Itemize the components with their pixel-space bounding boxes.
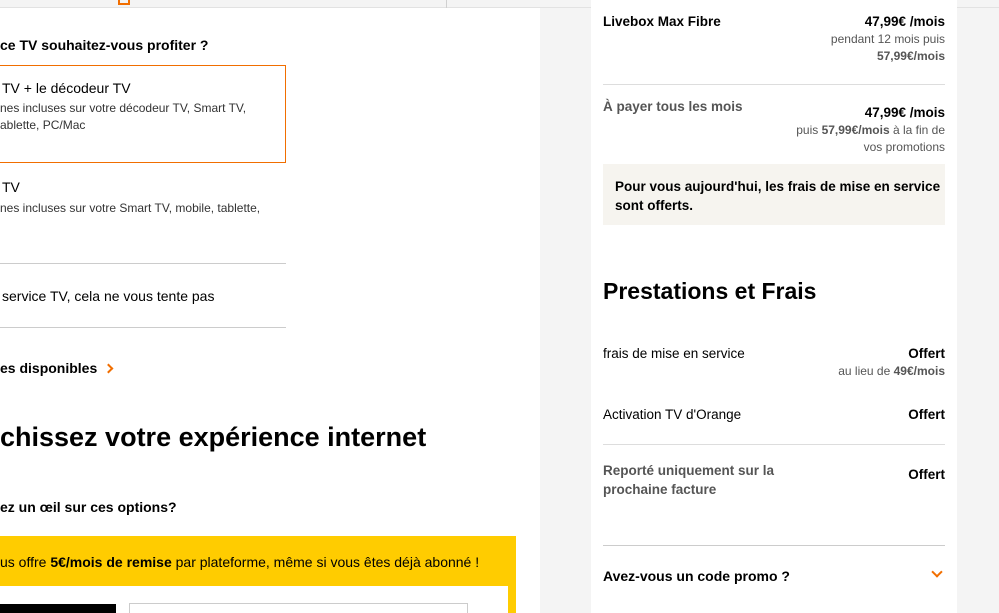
fees-heading: Prestations et Frais (603, 278, 817, 304)
banner-text: us offre 5€/mois de remise par plateform… (0, 554, 480, 570)
monthly-price: 47,99€ /mois (864, 105, 945, 120)
order-summary-card (591, 0, 957, 613)
tv-option-smart-tv[interactable]: TV nes incluses sur votre Smart TV, mobi… (0, 168, 286, 264)
tv-option-title: service TV, cela ne vous tente pas (2, 288, 215, 304)
fee-value: Offert (908, 467, 945, 482)
divider (603, 444, 945, 445)
tv-question-title: ce TV souhaitez-vous profiter ? (0, 37, 209, 53)
enrich-heading: chissez votre expérience internet (0, 422, 427, 452)
tv-option-title: TV + le décodeur TV (2, 80, 131, 96)
monthly-label: À payer tous les mois (603, 99, 743, 114)
streaming-option-card (0, 586, 508, 613)
tv-options-column: ce TV souhaitez-vous profiter ? TV + le … (0, 8, 540, 613)
chevron-right-icon (103, 363, 114, 374)
offer-name: Livebox Max Fibre (603, 14, 721, 29)
divider (603, 545, 945, 546)
tab-indicator-icon (118, 0, 130, 5)
more-offers-label: es disponibles (0, 360, 98, 376)
promo-code-toggle[interactable]: Avez-vous un code promo ? (603, 568, 790, 584)
tv-option-title: TV (2, 179, 20, 195)
tv-option-none[interactable]: service TV, cela ne vous tente pas (0, 264, 286, 328)
tv-option-decoder[interactable]: TV + le décodeur TV nes incluses sur vot… (0, 65, 286, 163)
fee-label: Reporté uniquement sur la prochaine fact… (603, 463, 775, 497)
more-offers-link[interactable]: es disponibles (0, 360, 114, 376)
free-setup-info: Pour vous aujourd'hui, les frais de mise… (603, 164, 945, 225)
tv-option-desc: nes incluses sur votre Smart TV, mobile,… (0, 201, 261, 215)
tv-option-desc: nes incluses sur votre décodeur TV, Smar… (0, 101, 247, 132)
info-text: Pour vous aujourd'hui, les frais de mise… (615, 179, 941, 213)
offer-price: 47,99€ /mois (864, 14, 945, 29)
tab-separator (446, 0, 447, 8)
fee-label: Activation TV d'Orange (603, 407, 742, 422)
offer-promo-note: pendant 12 mois puis 57,99€/mois (830, 32, 945, 63)
options-question: ez un œil sur ces options? (0, 499, 177, 515)
streaming-logo (0, 604, 116, 613)
fee-label: frais de mise en service (603, 346, 745, 361)
monthly-after-note: puis 57,99€/mois à la fin de vos promoti… (796, 123, 945, 154)
divider (603, 84, 945, 85)
fee-note: au lieu de 49€/mois (838, 364, 945, 378)
fee-value: Offert (908, 346, 945, 361)
streaming-discount-banner: us offre 5€/mois de remise par plateform… (0, 536, 516, 613)
fee-value: Offert (908, 407, 945, 422)
streaming-option-box[interactable] (129, 603, 468, 613)
